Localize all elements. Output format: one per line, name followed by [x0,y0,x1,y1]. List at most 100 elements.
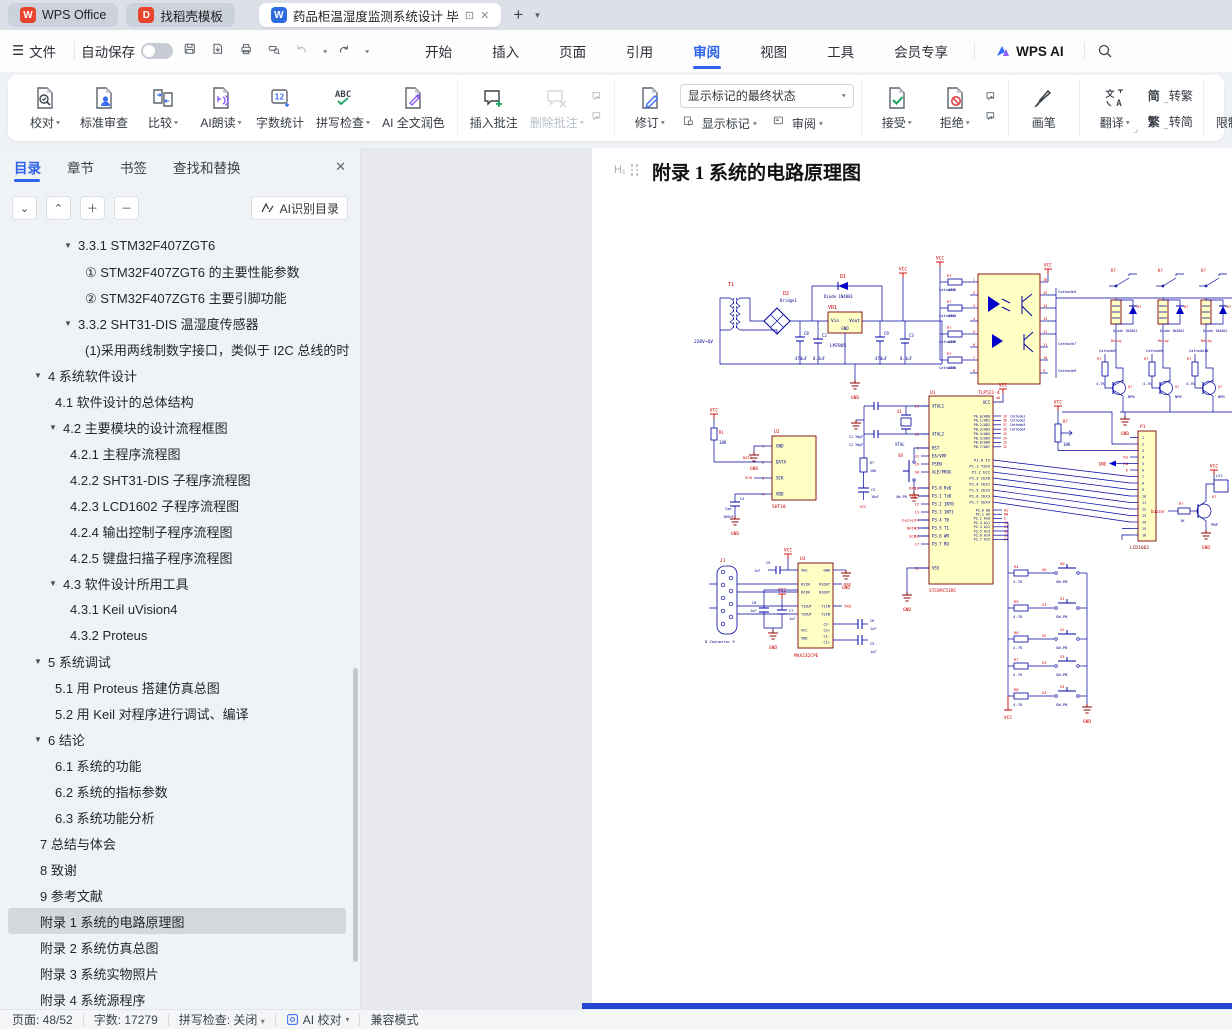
track-changes-button[interactable]: 修订 ▾ [622,83,678,134]
word-count-indicator[interactable]: 字数: 17279 [94,1011,158,1028]
menu-item-插入[interactable]: 插入 [472,31,539,71]
toc-item[interactable]: 6.2 系统的指标参数 [0,778,354,804]
restrict-editing-button[interactable]: 限制编辑 [1211,83,1232,134]
new-tab-button[interactable]: + [509,5,527,25]
undo-caret-icon[interactable]: ▾ [323,47,327,54]
ai-proofread-status[interactable]: AI 校对 ▾ [286,1011,349,1028]
toc-item[interactable]: ② STM32F407ZGT6 主要引脚功能 [0,284,354,310]
toc-item[interactable]: 附录 4 系统源程序 [0,986,354,1010]
search-icon[interactable] [1097,43,1113,59]
toc-item[interactable]: 附录 3 系统实物照片 [0,960,354,986]
next-comment-button[interactable] [591,110,607,126]
toc-expand-icon[interactable]: ▼ [49,423,57,432]
wps-ai-button[interactable]: WPS AI [981,43,1078,59]
toc-expand-icon[interactable]: ▼ [34,735,42,744]
collapse-all-button[interactable]: ⌄ [12,196,37,220]
toc-item[interactable]: 4.2.1 主程序流程图 [0,440,354,466]
word-count-button[interactable]: 12 字数统计 [251,83,309,134]
reject-button[interactable]: 拒绝 ▾ [927,83,983,134]
export-button[interactable] [211,42,229,60]
menu-item-引用[interactable]: 引用 [606,31,673,71]
file-menu[interactable]: ☰ 文件 [0,41,68,61]
toc-expand-icon[interactable]: ▼ [64,241,72,250]
menu-item-审阅[interactable]: 审阅 [673,31,740,71]
sidebar-tab-章节[interactable]: 章节 [67,148,94,186]
next-change-button[interactable] [985,110,1001,126]
toc-item[interactable]: ▼ 5 系统调试 [0,648,354,674]
spell-check-button[interactable]: ABC 拼写检查 ▾ [311,83,375,134]
toc-item[interactable]: ▼ 4.3 软件设计所用工具 [0,570,354,596]
toc-item[interactable]: ▼ 4 系统软件设计 [0,362,354,388]
toc-item[interactable]: 4.2.4 输出控制子程序流程图 [0,518,354,544]
heading-gizmo[interactable]: H₁ [614,164,639,176]
spell-check-status[interactable]: 拼写检查: 关闭 ▾ [179,1011,265,1028]
previous-change-button[interactable] [985,90,1001,106]
markup-state-dropdown[interactable]: 显示标记的最终状态 ▾ [679,83,854,108]
menu-item-页面[interactable]: 页面 [539,31,606,71]
menu-item-工具[interactable]: 工具 [807,31,874,71]
previous-comment-button[interactable] [591,90,607,106]
toc-expand-icon[interactable]: ▼ [34,657,42,666]
toc-item[interactable]: 8 致谢 [0,856,354,882]
menu-item-视图[interactable]: 视图 [740,31,807,71]
toc-expand-icon[interactable]: ▼ [49,579,57,588]
tab-wps-office[interactable]: W WPS Office [8,3,119,27]
ai-read-button[interactable]: AI朗读 ▾ [193,83,249,134]
page-indicator[interactable]: 页面: 48/52 [12,1011,73,1028]
dialog-launcher-icon[interactable]: ⌟ [1134,124,1138,135]
toc-item[interactable]: ▼ 6 结论 [0,726,354,752]
redo-caret-icon[interactable]: ▾ [365,47,369,54]
tab-docer-templates[interactable]: D 找稻壳模板 [126,3,235,27]
autosave-toggle[interactable] [141,43,174,59]
toc-item[interactable]: 6.3 系统功能分析 [0,804,354,830]
menu-item-开始[interactable]: 开始 [405,31,472,71]
tab-list-caret-icon[interactable]: ▾ [535,10,540,21]
save-button[interactable] [183,42,201,60]
menu-item-会员专享[interactable]: 会员专享 [874,31,968,71]
show-markup-button[interactable]: 显示标记 ▾ [680,114,760,133]
toc-item[interactable]: 9 参考文献 [0,882,354,908]
toc-item[interactable]: 4.2.2 SHT31-DIS 子程序流程图 [0,466,354,492]
toc-item[interactable]: 4.2.5 键盘扫描子程序流程图 [0,544,354,570]
toc-item[interactable]: 附录 2 系统仿真总图 [0,934,354,960]
drag-handle-icon[interactable] [630,164,639,176]
traditional-to-simplified-button[interactable]: 繁 转简 [1145,112,1196,132]
compare-button[interactable]: 比较 ▾ [135,83,191,134]
close-sidebar-icon[interactable]: ✕ [335,159,346,175]
toc-item[interactable]: ▼ 4.2 主要模块的设计流程框图 [0,414,354,440]
sidebar-scrollbar-thumb[interactable] [353,668,358,962]
toc-item[interactable]: 4.3.1 Keil uVision4 [0,596,354,622]
toc-item[interactable]: ① STM32F407ZGT6 的主要性能参数 [0,258,354,284]
ai-polish-button[interactable]: AI 全文润色 [377,83,450,134]
toc-expand-icon[interactable]: ▼ [34,371,42,380]
undo-button[interactable] [295,42,313,60]
toc-expand-icon[interactable]: ▼ [64,319,72,328]
zoom-out-toc-button[interactable]: － [114,196,139,220]
document-page[interactable]: H₁ 附录 1 系统的电路原理图 VCC GND T1 220V~6V D2 Bridge… [592,148,1232,1003]
reviewer-button[interactable]: 审阅 ▾ [770,114,826,133]
toc-item[interactable]: 4.2.3 LCD1602 子程序流程图 [0,492,354,518]
sidebar-tab-查找和替换[interactable]: 查找和替换 [173,148,241,186]
toc-item[interactable]: 5.2 用 Keil 对程序进行调试、编译 [0,700,354,726]
pen-button[interactable]: 画笔 [1016,83,1072,134]
toc-item[interactable]: 6.1 系统的功能 [0,752,354,778]
toc-item[interactable]: 5.1 用 Proteus 搭建仿真总图 [0,674,354,700]
expand-all-button[interactable]: ⌃ [46,196,71,220]
toc-item[interactable]: 附录 1 系统的电路原理图 [8,908,346,934]
toc-item[interactable]: ▼ 3.3.1 STM32F407ZGT6 [0,232,354,258]
close-tab-icon[interactable]: ✕ [480,9,489,22]
proofread-button[interactable]: 校对 ▾ [17,83,73,134]
zoom-in-toc-button[interactable]: ＋ [80,196,105,220]
toc-item[interactable]: 4.1 软件设计的总体结构 [0,388,354,414]
tab-document[interactable]: W 药品柜温湿度监测系统设计 毕 ⊡ ✕ [258,3,502,27]
print-button[interactable] [239,42,257,60]
toc-item[interactable]: ▼ 3.3.2 SHT31-DIS 温湿度传感器 [0,310,354,336]
insert-comment-button[interactable]: 插入批注 [465,83,523,134]
toc-item[interactable]: 7 总结与体会 [0,830,354,856]
ai-recognize-toc-button[interactable]: AI识别目录 [250,196,348,220]
sidebar-tab-目录[interactable]: 目录 [14,148,41,186]
delete-comment-button[interactable]: 删除批注 ▾ [525,83,589,134]
standard-review-button[interactable]: 标准审查 [75,83,133,134]
simplified-to-traditional-button[interactable]: 简 转繁 [1145,86,1196,106]
accept-button[interactable]: 接受 ▾ [869,83,925,134]
